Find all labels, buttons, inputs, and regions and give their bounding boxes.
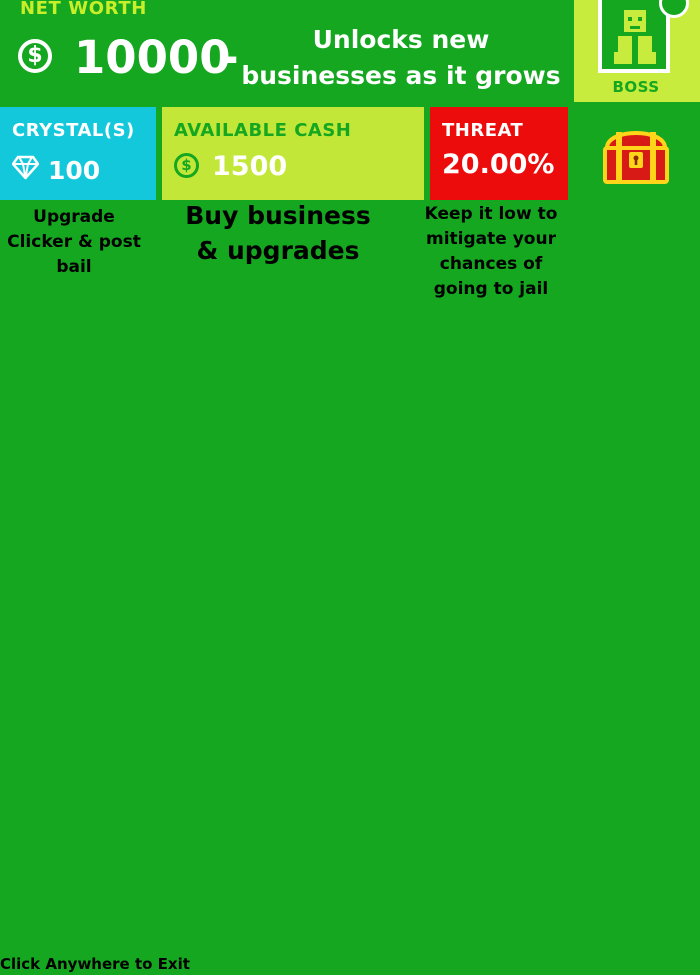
threat-value: 20.00% [442, 149, 555, 180]
treasure-chest-panel[interactable] [574, 107, 700, 200]
exit-hint[interactable]: Click Anywhere to Exit [0, 955, 190, 973]
dollar-coin-icon: $ [18, 39, 52, 73]
threat-title: THREAT [442, 120, 524, 141]
threat-hint: Keep it low to mitigate your chances of … [424, 204, 558, 299]
cash-hint: Buy business & upgrades [185, 201, 371, 265]
net-worth-tip: Unlocks new businesses as it grows [241, 25, 561, 90]
threat-panel[interactable]: THREAT 20.00% [430, 107, 568, 200]
boss-avatar-icon [614, 10, 656, 64]
crystal-count: 100 [48, 156, 101, 185]
crystal-panel[interactable]: CRYSTAL(S) 100 [0, 107, 156, 200]
diamond-icon [12, 155, 39, 180]
cash-panel[interactable]: AVAILABLE CASH $ 1500 [162, 107, 424, 200]
dollar-coin-icon: $ [174, 153, 199, 178]
crystal-title: CRYSTAL(S) [12, 120, 135, 141]
crystal-hint: Upgrade Clicker & post bail [7, 207, 141, 277]
treasure-chest-icon [603, 131, 669, 184]
net-worth-panel: NET WORTH $ 10000 - Unlocks new business… [0, 0, 568, 102]
net-worth-title: NET WORTH [20, 0, 147, 19]
boss-avatar-frame [598, 0, 670, 73]
cash-title: AVAILABLE CASH [174, 120, 352, 141]
cash-value: 1500 [212, 151, 288, 182]
boss-panel[interactable]: BOSS [574, 0, 700, 102]
boss-label: BOSS [612, 78, 660, 96]
net-worth-value: 10000 [74, 31, 231, 84]
